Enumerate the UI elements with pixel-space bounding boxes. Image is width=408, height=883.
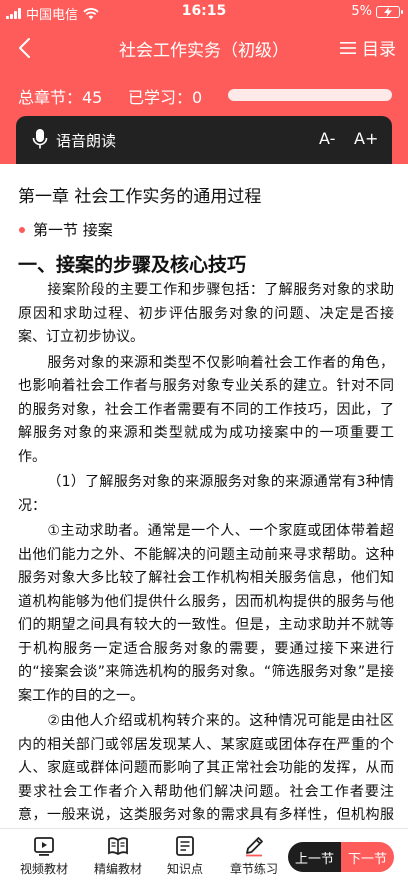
toolbar-wrapper: 语音朗读 A- A+ [0, 116, 408, 164]
chapter-title: 第一章 社会工作实务的通用过程 [18, 187, 262, 207]
prev-section-button[interactable]: 上一节 [288, 842, 341, 872]
font-increase-button[interactable]: A+ [354, 129, 378, 148]
book-icon [108, 837, 128, 856]
next-section-button[interactable]: 下一节 [341, 842, 394, 872]
status-bar: 中国电信 16:15 5% [0, 0, 408, 24]
paragraph: 接案阶段的主要工作和步骤包括：了解服务对象的求助原因和求助过程、初步评估服务对象… [18, 282, 394, 345]
notes-icon [176, 836, 194, 856]
nav-header: 社会工作实务（初级） 目录 [0, 24, 408, 72]
battery-percent: 5% [351, 4, 372, 19]
tab-lecture-material[interactable]: 精编教材 [87, 835, 149, 877]
tab-practice-label: 章节练习 [229, 862, 278, 876]
pencil-icon [246, 837, 263, 857]
progress-bar [228, 89, 392, 101]
tab-video-material[interactable]: 视频教材 [14, 835, 74, 877]
progress-row: 总章节：45 已学习：0 [0, 72, 408, 116]
tab-video-label: 视频教材 [19, 862, 68, 876]
section-title-row: 第一节 接案 [18, 219, 394, 240]
font-decrease-button[interactable]: A- [319, 129, 335, 148]
learned-count: 已学习：0 [128, 88, 203, 107]
voice-read-button[interactable]: 语音朗读 [56, 130, 116, 151]
paragraph: ②由他人介绍或机构转介来的。这种情况可能是由社区内的相关部门或邻居发现某人、某家… [18, 713, 394, 823]
reading-toolbar: 语音朗读 A- A+ [16, 116, 392, 164]
status-right: 5% [351, 4, 403, 19]
bullet-dot-icon [19, 226, 25, 233]
total-chapters: 总章节：45 [18, 88, 103, 107]
catalog-label: 目录 [362, 40, 396, 60]
tab-knowledge-points[interactable]: 知识点 [160, 835, 210, 877]
status-time: 16:15 [181, 3, 227, 19]
microphone-icon[interactable] [32, 128, 48, 150]
content-heading: 一、接案的步骤及核心技巧 [18, 254, 247, 276]
bottom-tab-bar: 视频教材 精编教材 知识点 章节练习 上一节 下一节 [0, 828, 408, 883]
tab-lecture-label: 精编教材 [93, 862, 142, 876]
catalog-button[interactable]: 目录 [340, 35, 396, 60]
battery-icon [376, 5, 403, 18]
tab-points-label: 知识点 [166, 862, 203, 876]
paragraph: （1）了解服务对象的来源服务对象的来源通常有3种情况： [18, 474, 394, 514]
charging-bolt-icon [384, 6, 392, 17]
paragraph: 服务对象的来源和类型不仅影响着社会工作者的角色，也影响着社会工作者与服务对象专业… [18, 354, 394, 465]
article-content[interactable]: 第一章 社会工作实务的通用过程 第一节 接案 一、接案的步骤及核心技巧 接案阶段… [0, 164, 408, 828]
paragraph: ①主动求助者。通常是一个人、一个家庭或团体带着超出他们能力之外、不能解决的问题主… [18, 523, 394, 704]
video-icon [34, 837, 54, 856]
section-title: 第一节 接案 [33, 221, 113, 239]
list-icon [340, 41, 356, 54]
section-pager: 上一节 下一节 [288, 842, 394, 872]
tab-chapter-practice[interactable]: 章节练习 [222, 835, 286, 877]
